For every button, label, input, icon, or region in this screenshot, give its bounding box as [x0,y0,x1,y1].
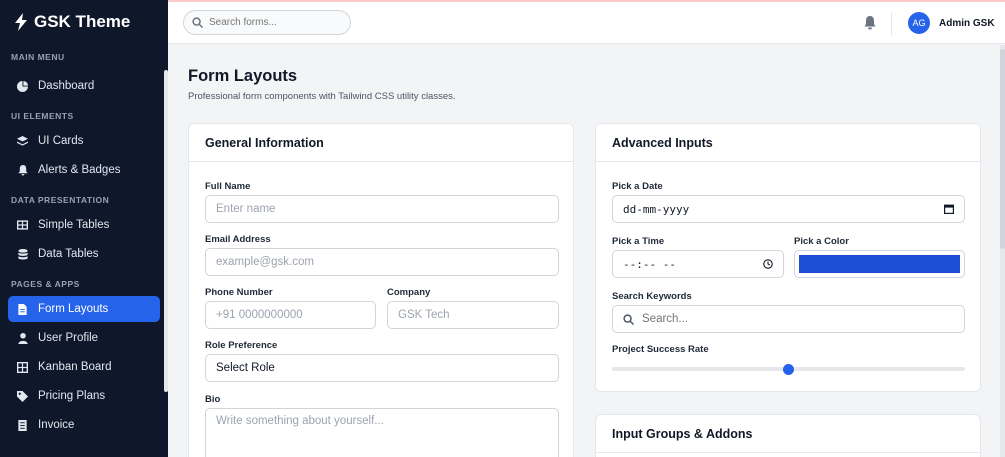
sidebar-item-data-tables[interactable]: Data Tables [8,241,160,267]
search-input[interactable] [209,17,339,28]
sidebar: GSK Theme MAIN MENU Dashboard UI ELEMENT… [0,0,168,457]
page-title: Form Layouts [188,67,298,85]
success-rate-label: Project Success Rate [612,344,709,355]
section-label-pages-apps: PAGES & APPS [11,279,80,289]
phone-input[interactable] [205,301,376,329]
keywords-label: Search Keywords [612,291,692,302]
sidebar-item-alerts-badges[interactable]: Alerts & Badges [8,157,160,183]
sidebar-item-dashboard[interactable]: Dashboard [8,73,160,99]
search-bar[interactable] [183,10,351,35]
sidebar-item-user-profile[interactable]: User Profile [8,325,160,351]
input-groups-card: Input Groups & Addons [595,414,981,457]
keywords-input[interactable] [642,313,942,325]
section-label-main-menu: MAIN MENU [11,52,65,62]
username[interactable]: Admin GSK [939,18,995,29]
date-value: dd-mm-yyyy [623,202,690,216]
company-input[interactable] [387,301,559,329]
section-label-ui-elements: UI ELEMENTS [11,111,74,121]
role-label: Role Preference [205,340,278,351]
content-scrollbar[interactable] [1000,45,1005,457]
bio-textarea[interactable] [205,408,559,457]
card-title-general: General Information [189,124,573,162]
sidebar-item-pricing-plans[interactable]: Pricing Plans [8,383,160,409]
full-name-label: Full Name [205,181,251,192]
card-title-advanced: Advanced Inputs [596,124,980,162]
full-name-input[interactable] [205,195,559,223]
brand[interactable]: GSK Theme [0,0,168,44]
sidebar-item-form-layouts[interactable]: Form Layouts [8,296,160,322]
role-select-value: Select Role [216,362,275,374]
email-label: Email Address [205,234,271,245]
notification-bell-icon[interactable] [863,15,877,31]
sidebar-item-simple-tables[interactable]: Simple Tables [8,212,160,238]
kanban-icon [17,361,28,373]
content-scrollbar-thumb[interactable] [1000,49,1005,249]
table-icon [17,220,28,231]
bell-icon [17,164,28,176]
user-icon [17,332,28,344]
date-input[interactable]: dd-mm-yyyy [612,195,965,223]
date-label: Pick a Date [612,181,663,192]
sidebar-item-kanban-board[interactable]: Kanban Board [8,354,160,380]
receipt-icon [17,419,28,431]
database-icon [17,248,28,260]
color-swatch [799,255,960,273]
time-label: Pick a Time [612,236,665,247]
search-icon [623,313,634,325]
avatar[interactable]: AG [908,12,930,34]
slider-thumb[interactable] [783,363,794,375]
phone-label: Phone Number [205,287,273,298]
sidebar-item-ui-cards[interactable]: UI Cards [8,128,160,154]
card-title-groups: Input Groups & Addons [596,415,980,453]
page-subtitle: Professional form components with Tailwi… [188,91,456,102]
time-input[interactable]: --:-- -- [612,250,784,278]
bio-label: Bio [205,394,221,405]
color-label: Pick a Color [794,236,849,247]
topbar: AG Admin GSK [168,0,1005,44]
role-select[interactable]: Select Role [205,354,559,382]
tag-icon [17,390,28,402]
calendar-icon[interactable] [944,204,954,214]
brand-title: GSK Theme [34,12,131,31]
section-label-data-presentation: DATA PRESENTATION [11,195,110,205]
time-value: --:-- -- [623,257,676,271]
color-picker[interactable] [794,250,965,278]
bolt-icon [15,13,27,31]
clock-icon[interactable] [763,259,773,269]
main-content: Form Layouts Professional form component… [168,45,1005,457]
sidebar-item-invoice[interactable]: Invoice [8,412,160,438]
layers-icon [17,135,28,147]
search-icon [192,17,203,28]
topbar-divider [891,12,892,36]
pie-chart-icon [17,80,28,92]
company-label: Company [387,287,431,298]
general-information-card: General Information Full Name Email Addr… [188,123,574,457]
keywords-search-box[interactable] [612,305,965,333]
advanced-inputs-card: Advanced Inputs Pick a Date dd-mm-yyyy P… [595,123,981,392]
file-icon [17,303,28,315]
email-input[interactable] [205,248,559,276]
